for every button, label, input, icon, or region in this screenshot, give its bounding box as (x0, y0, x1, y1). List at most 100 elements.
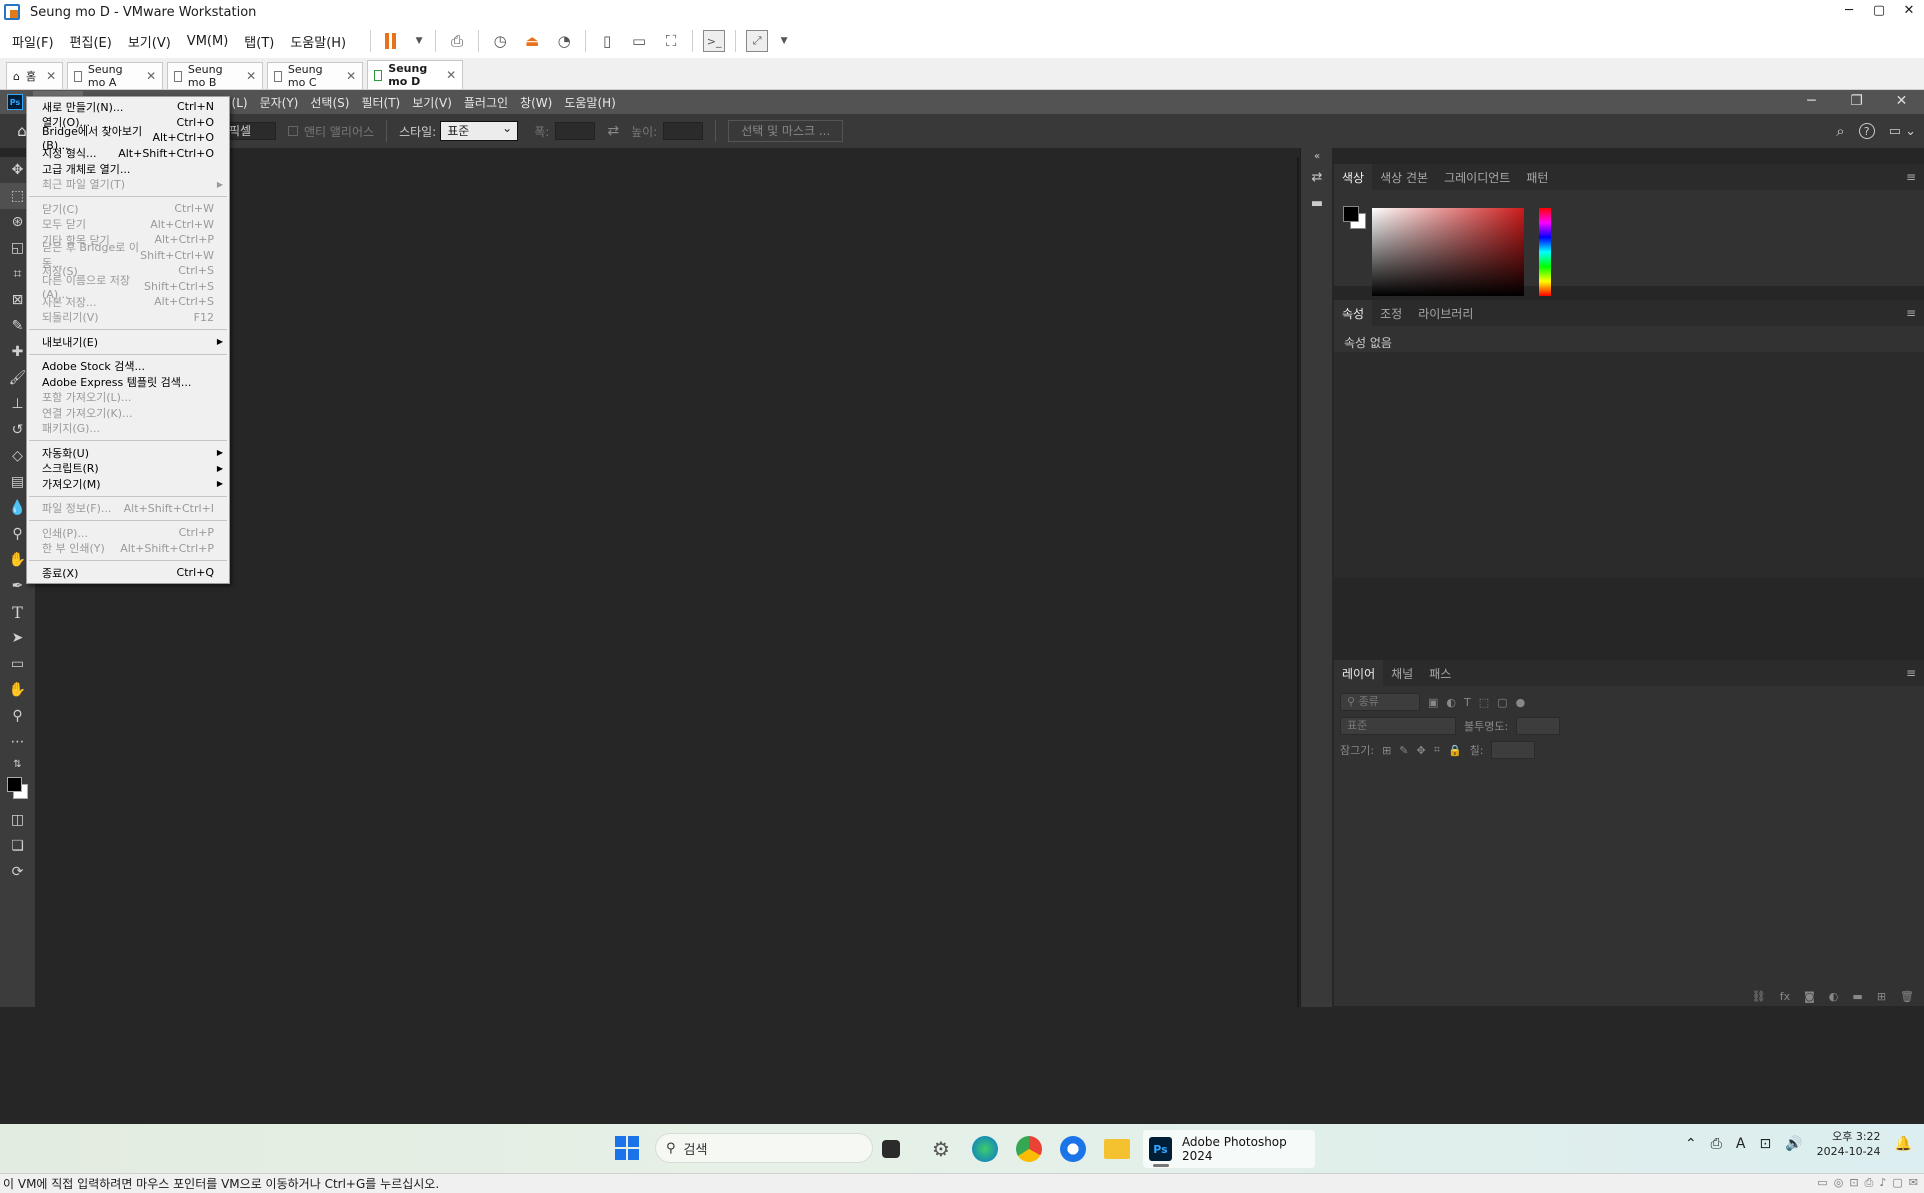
library-icon[interactable]: ▯ (596, 30, 618, 52)
vm-menu-help[interactable]: 도움말(H) (290, 32, 346, 51)
tab-libraries[interactable]: 라이브러리 (1410, 300, 1481, 326)
path-selection-tool-icon[interactable]: ➤ (0, 625, 35, 651)
minimize-icon[interactable]: ─ (1834, 0, 1864, 22)
fill-input[interactable] (1491, 741, 1536, 759)
new-layer-icon[interactable]: ⊞ (1877, 990, 1886, 1003)
close-icon[interactable]: ✕ (1894, 0, 1924, 22)
volume-icon[interactable]: 🔊 (1785, 1136, 1802, 1152)
opacity-input[interactable] (1516, 717, 1561, 735)
ps-menu-plugins[interactable]: 플러그인 (458, 91, 514, 114)
rectangle-tool-icon[interactable]: ▭ (0, 651, 35, 677)
display-icon[interactable]: ▢ (1892, 1176, 1902, 1190)
lock-image-icon[interactable]: ✎ (1399, 744, 1408, 757)
style-dropdown[interactable]: 표준 (440, 119, 519, 141)
snapshot-manager-icon[interactable]: ◔ (553, 30, 575, 52)
vm-menu-file[interactable]: 파일(F) (12, 32, 54, 51)
ps-menu-view[interactable]: 보기(V) (406, 91, 458, 114)
stretch-guest-icon[interactable]: ⤢ (746, 30, 769, 52)
feather-input[interactable]: 픽셀 (226, 122, 276, 140)
ps-menu-select[interactable]: 선택(S) (304, 91, 355, 114)
workspace-icon[interactable]: ▭ ⌄ (1889, 124, 1916, 139)
tab-paths[interactable]: 패스 (1421, 660, 1459, 686)
network-adapter-icon[interactable]: ⊡ (1849, 1176, 1858, 1190)
filter-smart-object-icon[interactable]: ▢ (1497, 696, 1507, 709)
tab-gradients[interactable]: 그레이디언트 (1436, 164, 1518, 190)
tab-seung-mo-d[interactable]: Seung mo D ✕ (367, 60, 464, 89)
foreground-color-swatch[interactable] (1343, 206, 1359, 222)
file-menu-item[interactable]: 내보내기(E) ▶ (27, 334, 229, 350)
quick-mask-icon[interactable]: ◫ (0, 807, 35, 833)
link-layers-icon[interactable]: ⛓ (1752, 990, 1766, 1003)
file-menu-item[interactable]: 종료(X) Ctrl+Q (27, 565, 229, 581)
clock[interactable]: 오후 3:22 2024-10-24 (1817, 1129, 1881, 1159)
ps-menu-filter[interactable]: 필터(T) (355, 91, 406, 114)
screen-mode-icon[interactable]: ❏ (0, 833, 35, 859)
console-view-icon[interactable]: >_ (703, 30, 726, 52)
hard-disk-icon[interactable]: ▭ (1817, 1176, 1827, 1190)
collapse-panels-icon[interactable]: « (1301, 148, 1333, 164)
full-screen-icon[interactable]: ⛶ (660, 30, 682, 52)
ps-menu-window[interactable]: 창(W) (514, 91, 558, 114)
history-panel-icon[interactable]: ⇄ (1301, 164, 1333, 190)
vm-menu-edit[interactable]: 편집(E) (70, 32, 112, 51)
more-tools-icon[interactable]: ⋯ (0, 729, 35, 755)
revert-snapshot-icon[interactable]: ⏏ (521, 30, 543, 52)
file-menu-item[interactable]: 지정 형식... Alt+Shift+Ctrl+O (27, 146, 229, 162)
vm-menu-vm[interactable]: VM(M) (187, 34, 228, 49)
vm-menu-tabs[interactable]: 탭(T) (244, 32, 274, 51)
guest-screen[interactable]: Ps 파일(F) 편집(E) 이미지(I) 레이어(L) 문자(Y) 선택(S)… (0, 90, 1924, 1173)
close-tab-icon[interactable]: ✕ (346, 69, 356, 83)
lock-all-icon[interactable]: 🔒 (1448, 744, 1462, 757)
vm-menu-view[interactable]: 보기(V) (128, 32, 171, 51)
edge-icon[interactable] (972, 1136, 998, 1162)
file-menu-item[interactable]: 새로 만들기(N)... Ctrl+N (27, 99, 229, 115)
chrome-icon[interactable] (1016, 1136, 1042, 1162)
thunderbird-icon[interactable] (1060, 1136, 1086, 1162)
file-menu-item[interactable]: 고급 개체로 열기... (27, 161, 229, 177)
tray-overflow-icon[interactable]: ⌃ (1685, 1136, 1697, 1152)
swap-colors-icon[interactable]: ⇅ (0, 755, 35, 773)
close-tab-icon[interactable]: ✕ (146, 69, 156, 83)
tab-layers[interactable]: 레이어 (1334, 660, 1384, 686)
file-menu-item[interactable]: Adobe Express 템플릿 검색... (27, 374, 229, 390)
filter-adjustment-icon[interactable]: ◐ (1446, 696, 1456, 709)
help-icon[interactable]: ? (1858, 123, 1875, 139)
comments-panel-icon[interactable]: ▬ (1301, 190, 1333, 216)
message-icon[interactable]: ✉ (1909, 1176, 1918, 1190)
hue-slider[interactable] (1539, 208, 1551, 296)
file-menu-item[interactable]: Adobe Stock 검색... (27, 359, 229, 375)
usb-icon[interactable]: ⎙ (1711, 1136, 1722, 1152)
file-menu-item[interactable]: 스크립트(R) ▶ (27, 461, 229, 477)
snapshot-icon[interactable]: ◷ (489, 30, 511, 52)
lock-artboard-icon[interactable]: ⌗ (1434, 743, 1440, 757)
file-menu-item[interactable]: 가져오기(M) ▶ (27, 476, 229, 492)
ps-menu-help[interactable]: 도움말(H) (558, 91, 622, 114)
lock-transparent-icon[interactable]: ⊞ (1382, 744, 1391, 757)
close-tab-icon[interactable]: ✕ (246, 69, 256, 83)
file-menu-item[interactable]: 자동화(U) ▶ (27, 445, 229, 461)
height-input[interactable] (663, 122, 704, 140)
color-swatches[interactable] (0, 773, 35, 807)
ps-restore-icon[interactable]: ❐ (1834, 90, 1879, 112)
panel-menu-icon[interactable]: ≡ (1906, 170, 1916, 184)
delete-layer-icon[interactable]: 🗑 (1900, 990, 1914, 1003)
power-dropdown-icon[interactable]: ▼ (413, 30, 425, 52)
tab-seung-mo-c[interactable]: Seung mo C ✕ (267, 62, 364, 89)
zoom-tool-icon[interactable]: ⚲ (0, 703, 35, 729)
ps-menu-type[interactable]: 문자(Y) (254, 91, 305, 114)
file-menu-item[interactable]: Bridge에서 찾아보기(B)... Alt+Ctrl+O (27, 125, 229, 152)
task-view-icon[interactable] (882, 1140, 900, 1158)
lock-position-icon[interactable]: ✥ (1417, 744, 1426, 757)
settings-icon[interactable]: ⚙ (928, 1136, 954, 1162)
anti-alias-checkbox[interactable] (288, 126, 298, 136)
layer-filter-dropdown[interactable]: ⚲ 종류 (1340, 693, 1420, 711)
foreground-color-swatch[interactable] (7, 777, 22, 792)
close-tab-icon[interactable]: ✕ (46, 69, 56, 83)
taskbar-search[interactable]: ⚲ 검색 (655, 1133, 873, 1163)
tab-adjustments[interactable]: 조정 (1372, 300, 1410, 326)
tab-channels[interactable]: 채널 (1383, 660, 1421, 686)
tab-swatches[interactable]: 색상 견본 (1372, 164, 1436, 190)
add-mask-icon[interactable]: ◙ (1804, 990, 1815, 1003)
cd-dvd-icon[interactable]: ◎ (1834, 1176, 1844, 1190)
new-group-icon[interactable]: ▬ (1852, 990, 1862, 1003)
